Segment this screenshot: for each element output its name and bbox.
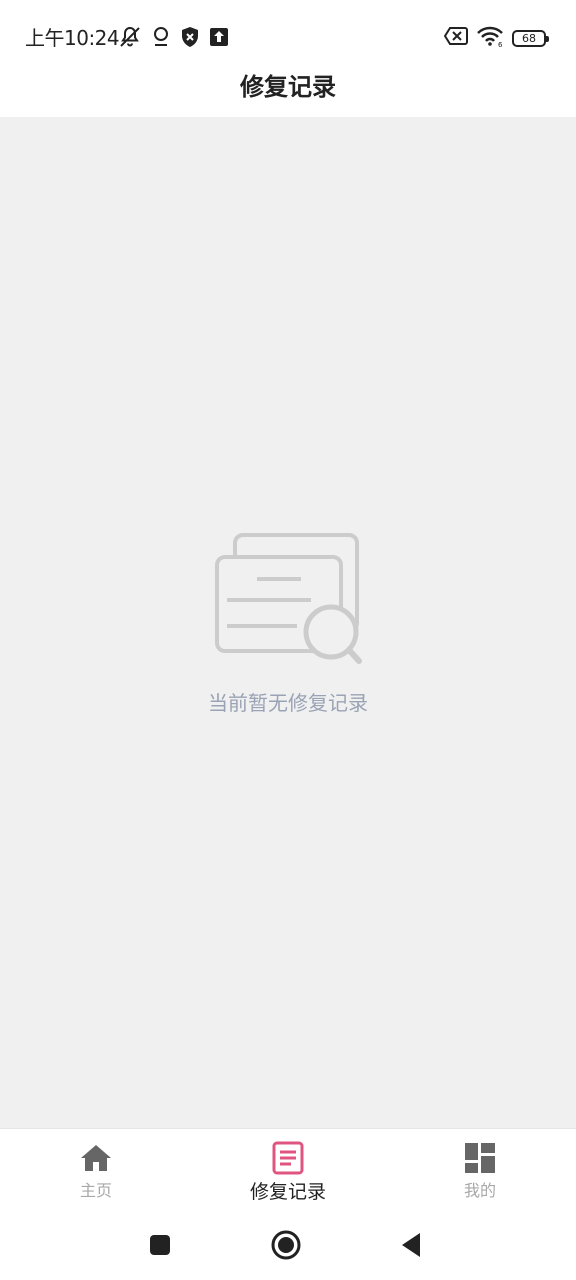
screen: 上午10:24 6 68 修复记录 当前暂无修复记录 主页 修复记录 我的 bbox=[0, 0, 576, 1280]
upload-icon bbox=[209, 27, 229, 51]
system-nav bbox=[0, 1210, 576, 1280]
empty-state-text: 当前暂无修复记录 bbox=[208, 691, 368, 715]
tab-mine[interactable]: 我的 bbox=[420, 1141, 540, 1201]
back-icon[interactable] bbox=[394, 1228, 428, 1262]
page-title: 修复记录 bbox=[240, 73, 336, 101]
dashboard-icon bbox=[463, 1141, 497, 1175]
status-bar: 上午10:24 6 68 bbox=[0, 0, 576, 60]
home-circle-icon[interactable] bbox=[269, 1228, 303, 1262]
bell-muted-icon bbox=[118, 25, 142, 53]
shield-icon bbox=[180, 26, 200, 52]
app-header: 修复记录 bbox=[0, 60, 576, 117]
recent-apps-icon[interactable] bbox=[143, 1228, 177, 1262]
status-icons-left bbox=[118, 25, 229, 53]
battery-icon: 68 bbox=[512, 29, 549, 47]
tab-mine-label: 我的 bbox=[463, 1181, 496, 1200]
tab-home-label: 主页 bbox=[79, 1181, 112, 1200]
bottom-nav: 主页 修复记录 我的 bbox=[0, 1128, 576, 1210]
home-icon bbox=[79, 1141, 113, 1175]
svg-text:6: 6 bbox=[498, 41, 503, 47]
tab-home[interactable]: 主页 bbox=[36, 1141, 156, 1201]
wifi-icon: 6 bbox=[476, 25, 504, 51]
status-icons-right: 6 68 bbox=[443, 25, 549, 51]
tab-records-label: 修复记录 bbox=[249, 1181, 326, 1203]
signal-x-icon bbox=[443, 26, 468, 50]
location-icon bbox=[151, 26, 171, 52]
empty-records-icon bbox=[213, 533, 363, 665]
main-content: 当前暂无修复记录 bbox=[0, 117, 576, 1128]
status-time: 上午10:24 bbox=[25, 26, 120, 50]
tab-records[interactable]: 修复记录 bbox=[228, 1141, 348, 1204]
records-icon bbox=[271, 1141, 305, 1175]
